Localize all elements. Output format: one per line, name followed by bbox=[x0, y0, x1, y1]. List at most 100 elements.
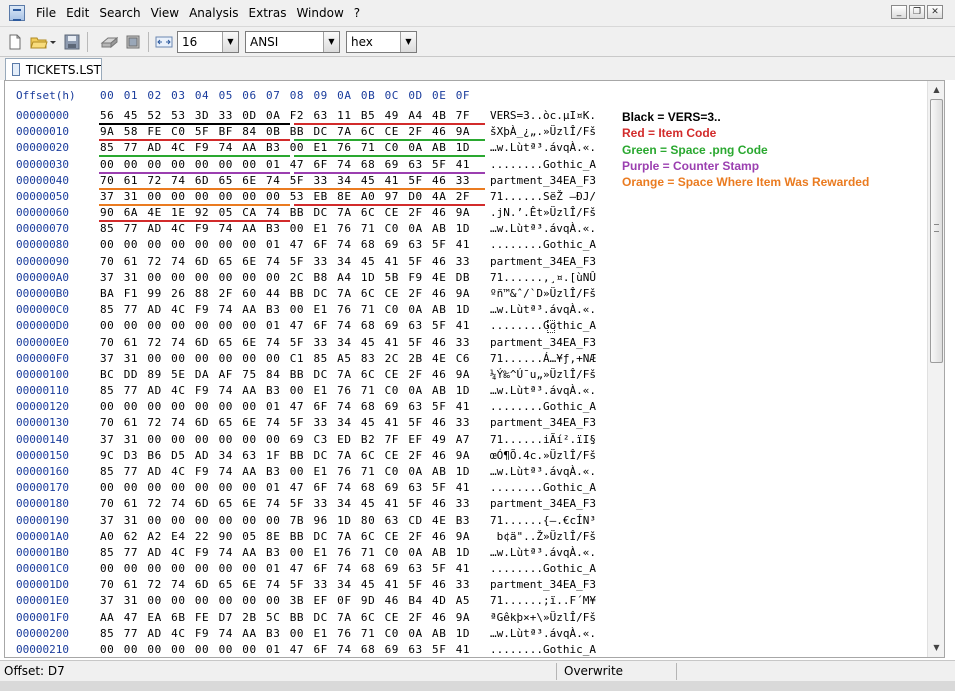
row-hex-bytes[interactable]: 85 77 AD 4C F9 74 AA B3 00 E1 76 71 C0 0… bbox=[100, 222, 470, 235]
menu-search[interactable]: Search bbox=[94, 3, 145, 23]
row-hex-bytes[interactable]: 37 31 00 00 00 00 00 00 7B 96 1D 80 63 C… bbox=[100, 514, 470, 527]
row-hex-bytes[interactable]: 90 6A 4E 1E 92 05 CA 74 BB DC 7A 6C CE 2… bbox=[100, 206, 470, 219]
row-hex-bytes[interactable]: 9C D3 B6 D5 AD 34 63 1F BB DC 7A 6C CE 2… bbox=[100, 449, 470, 462]
hex-row[interactable]: 00000090 70 61 72 74 6D 65 6E 74 5F 33 34… bbox=[5, 255, 925, 271]
row-ascii-text[interactable]: ........Gothic_A bbox=[490, 481, 596, 494]
row-hex-bytes[interactable]: 37 31 00 00 00 00 00 00 2C B8 A4 1D 5B F… bbox=[100, 271, 470, 284]
row-ascii-text[interactable]: 71......;ï..F´M¥ bbox=[490, 594, 596, 607]
row-hex-bytes[interactable]: 00 00 00 00 00 00 00 01 47 6F 74 68 69 6… bbox=[100, 238, 470, 251]
row-hex-bytes[interactable]: 00 00 00 00 00 00 00 01 47 6F 74 68 69 6… bbox=[100, 319, 470, 332]
row-hex-bytes[interactable]: 85 77 AD 4C F9 74 AA B3 00 E1 76 71 C0 0… bbox=[100, 546, 470, 559]
menu-view[interactable]: View bbox=[146, 3, 184, 23]
restore-button[interactable]: ❐ bbox=[909, 5, 925, 19]
row-hex-bytes[interactable]: 70 61 72 74 6D 65 6E 74 5F 33 34 45 41 5… bbox=[100, 416, 470, 429]
scrollbar-thumb[interactable] bbox=[930, 99, 943, 363]
row-hex-bytes[interactable]: 70 61 72 74 6D 65 6E 74 5F 33 34 45 41 5… bbox=[100, 578, 470, 591]
open-folder-icon[interactable] bbox=[30, 33, 48, 51]
row-hex-bytes[interactable]: 85 77 AD 4C F9 74 AA B3 00 E1 76 71 C0 0… bbox=[100, 627, 470, 640]
row-hex-bytes[interactable]: 85 77 AD 4C F9 74 AA B3 00 E1 76 71 C0 0… bbox=[100, 303, 470, 316]
row-ascii-text[interactable]: ........Gothic_A bbox=[490, 319, 596, 332]
status-mode[interactable]: Overwrite bbox=[564, 664, 623, 678]
row-ascii-text[interactable]: …w.Lùtª³.ávqÀ.«. bbox=[490, 303, 596, 316]
hex-row[interactable]: 00000180 70 61 72 74 6D 65 6E 74 5F 33 34… bbox=[5, 497, 925, 513]
hex-row[interactable]: 00000170 00 00 00 00 00 00 00 01 47 6F 74… bbox=[5, 481, 925, 497]
row-hex-bytes[interactable]: BA F1 99 26 88 2F 60 44 BB DC 7A 6C CE 2… bbox=[100, 287, 470, 300]
row-ascii-text[interactable]: VERS=3..òc.µI¤K. bbox=[490, 109, 596, 122]
row-ascii-text[interactable]: ........Gothic_A bbox=[490, 562, 596, 575]
row-hex-bytes[interactable]: 70 61 72 74 6D 65 6E 74 5F 33 34 45 41 5… bbox=[100, 336, 470, 349]
menu-analysis[interactable]: Analysis bbox=[184, 3, 243, 23]
hex-row[interactable]: 000001D0 70 61 72 74 6D 65 6E 74 5F 33 34… bbox=[5, 578, 925, 594]
ram-editor-icon[interactable] bbox=[124, 33, 142, 51]
menu-edit[interactable]: Edit bbox=[61, 3, 94, 23]
row-ascii-text[interactable]: partment_34EA_F3 bbox=[490, 336, 596, 349]
tab-tickets-lst[interactable]: TICKETS.LST bbox=[5, 58, 102, 80]
row-hex-bytes[interactable]: 37 31 00 00 00 00 00 00 53 EB 8E A0 97 D… bbox=[100, 190, 470, 203]
row-ascii-text[interactable]: ¼Ý‰^Ú¯u„»ÜzlÎ/Fš bbox=[490, 368, 596, 381]
row-ascii-text[interactable]: …w.Lùtª³.ávqÀ.«. bbox=[490, 222, 596, 235]
row-ascii-text[interactable]: …w.Lùtª³.ávqÀ.«. bbox=[490, 141, 596, 154]
row-hex-bytes[interactable]: 85 77 AD 4C F9 74 AA B3 00 E1 76 71 C0 0… bbox=[100, 384, 470, 397]
chevron-down-icon[interactable]: ▼ bbox=[222, 31, 238, 52]
menu-help[interactable]: ? bbox=[349, 3, 365, 23]
row-hex-bytes[interactable]: AA 47 EA 6B FE D7 2B 5C BB DC 7A 6C CE 2… bbox=[100, 611, 470, 624]
hex-row[interactable]: 000000F0 37 31 00 00 00 00 00 00 C1 85 A5… bbox=[5, 352, 925, 368]
row-hex-bytes[interactable]: 85 77 AD 4C F9 74 AA B3 00 E1 76 71 C0 0… bbox=[100, 465, 470, 478]
row-hex-bytes[interactable]: 00 00 00 00 00 00 00 01 47 6F 74 68 69 6… bbox=[100, 481, 470, 494]
row-ascii-text[interactable]: partment_34EA_F3 bbox=[490, 578, 596, 591]
open-dropdown-icon[interactable] bbox=[49, 33, 57, 51]
row-ascii-text[interactable]: partment_34EA_F3 bbox=[490, 416, 596, 429]
row-hex-bytes[interactable]: 56 45 52 53 3D 33 0D 0A F2 63 11 B5 49 A… bbox=[100, 109, 470, 122]
row-hex-bytes[interactable]: 37 31 00 00 00 00 00 00 3B EF 0F 9D 46 B… bbox=[100, 594, 470, 607]
hex-row[interactable]: 00000210 00 00 00 00 00 00 00 01 47 6F 74… bbox=[5, 643, 925, 657]
hex-row[interactable]: 00000120 00 00 00 00 00 00 00 01 47 6F 74… bbox=[5, 400, 925, 416]
row-hex-bytes[interactable]: 00 00 00 00 00 00 00 01 47 6F 74 68 69 6… bbox=[100, 643, 470, 656]
row-ascii-text[interactable]: šXþÀ_¿„.»ÜzlÎ/Fš bbox=[490, 125, 596, 138]
row-ascii-text[interactable]: ºñ™&ˆ/`D»ÜzlÎ/Fš bbox=[490, 287, 596, 300]
row-hex-bytes[interactable]: 70 61 72 74 6D 65 6E 74 5F 33 34 45 41 5… bbox=[100, 497, 470, 510]
hex-row[interactable]: 000001C0 00 00 00 00 00 00 00 01 47 6F 74… bbox=[5, 562, 925, 578]
scroll-up-icon[interactable]: ▲ bbox=[929, 82, 944, 98]
row-ascii-text[interactable]: 71......,¸¤.[ùNÛ bbox=[490, 271, 596, 284]
row-ascii-text[interactable]: …w.Lùtª³.ávqÀ.«. bbox=[490, 465, 596, 478]
row-ascii-text[interactable]: ........Gothic_A bbox=[490, 400, 596, 413]
row-ascii-text[interactable]: ........Gothic_A bbox=[490, 238, 596, 251]
vertical-scrollbar[interactable]: ▲ ▼ bbox=[927, 81, 944, 657]
row-hex-bytes[interactable]: 9A 58 FE C0 5F BF 84 0B BB DC 7A 6C CE 2… bbox=[100, 125, 470, 138]
hex-row[interactable]: 000000E0 70 61 72 74 6D 65 6E 74 5F 33 34… bbox=[5, 336, 925, 352]
row-hex-bytes[interactable]: BC DD 89 5E DA AF 75 84 BB DC 7A 6C CE 2… bbox=[100, 368, 470, 381]
row-ascii-text[interactable]: 71......SëŽ —ÐJ/ bbox=[490, 190, 596, 203]
hex-row[interactable]: 00000080 00 00 00 00 00 00 00 01 47 6F 74… bbox=[5, 238, 925, 254]
display-mode-select[interactable]: hex ▼ bbox=[346, 30, 417, 53]
hex-row[interactable]: 000001B0 85 77 AD 4C F9 74 AA B3 00 E1 76… bbox=[5, 546, 925, 562]
hex-row[interactable]: 000001A0 A0 62 A2 E4 22 90 05 8E BB DC 7A… bbox=[5, 530, 925, 546]
hex-row[interactable]: 00000130 70 61 72 74 6D 65 6E 74 5F 33 34… bbox=[5, 416, 925, 432]
hex-row[interactable]: 00000150 9C D3 B6 D5 AD 34 63 1F BB DC 7A… bbox=[5, 449, 925, 465]
hex-row[interactable]: 00000160 85 77 AD 4C F9 74 AA B3 00 E1 76… bbox=[5, 465, 925, 481]
row-ascii-text[interactable]: ªGêkþ×+\»ÜzlÎ/Fš bbox=[490, 611, 596, 624]
bytes-per-row-select[interactable]: 16 ▼ bbox=[177, 30, 239, 53]
row-ascii-text[interactable]: partment_34EA_F3 bbox=[490, 255, 596, 268]
row-hex-bytes[interactable]: 70 61 72 74 6D 65 6E 74 5F 33 34 45 41 5… bbox=[100, 174, 470, 187]
hex-row[interactable]: 00000200 85 77 AD 4C F9 74 AA B3 00 E1 76… bbox=[5, 627, 925, 643]
row-hex-bytes[interactable]: 70 61 72 74 6D 65 6E 74 5F 33 34 45 41 5… bbox=[100, 255, 470, 268]
minimize-button[interactable]: _ bbox=[891, 5, 907, 19]
hex-row[interactable]: 00000190 37 31 00 00 00 00 00 00 7B 96 1D… bbox=[5, 514, 925, 530]
row-ascii-text[interactable]: b¢ä"..Ž»ÜzlÎ/Fš bbox=[490, 530, 596, 543]
new-file-icon[interactable] bbox=[6, 33, 24, 51]
hex-row[interactable]: 000001E0 37 31 00 00 00 00 00 00 3B EF 0F… bbox=[5, 594, 925, 610]
menu-window[interactable]: Window bbox=[291, 3, 348, 23]
row-ascii-text[interactable]: ........Gothic_A bbox=[490, 643, 596, 656]
disk-drive-icon[interactable] bbox=[100, 33, 119, 51]
hex-row[interactable]: 000000C0 85 77 AD 4C F9 74 AA B3 00 E1 76… bbox=[5, 303, 925, 319]
hex-row[interactable]: 00000070 85 77 AD 4C F9 74 AA B3 00 E1 76… bbox=[5, 222, 925, 238]
row-hex-bytes[interactable]: A0 62 A2 E4 22 90 05 8E BB DC 7A 6C CE 2… bbox=[100, 530, 470, 543]
hex-row[interactable]: 00000110 85 77 AD 4C F9 74 AA B3 00 E1 76… bbox=[5, 384, 925, 400]
row-ascii-text[interactable]: …w.Lùtª³.ávqÀ.«. bbox=[490, 384, 596, 397]
row-ascii-text[interactable]: …w.Lùtª³.ávqÀ.«. bbox=[490, 627, 596, 640]
row-ascii-text[interactable]: partment_34EA_F3 bbox=[490, 174, 596, 187]
row-hex-bytes[interactable]: 00 00 00 00 00 00 00 01 47 6F 74 68 69 6… bbox=[100, 158, 470, 171]
row-ascii-text[interactable]: 71......{–.€cÍN³ bbox=[490, 514, 596, 527]
row-hex-bytes[interactable]: 00 00 00 00 00 00 00 01 47 6F 74 68 69 6… bbox=[100, 400, 470, 413]
scroll-down-icon[interactable]: ▼ bbox=[929, 640, 944, 656]
